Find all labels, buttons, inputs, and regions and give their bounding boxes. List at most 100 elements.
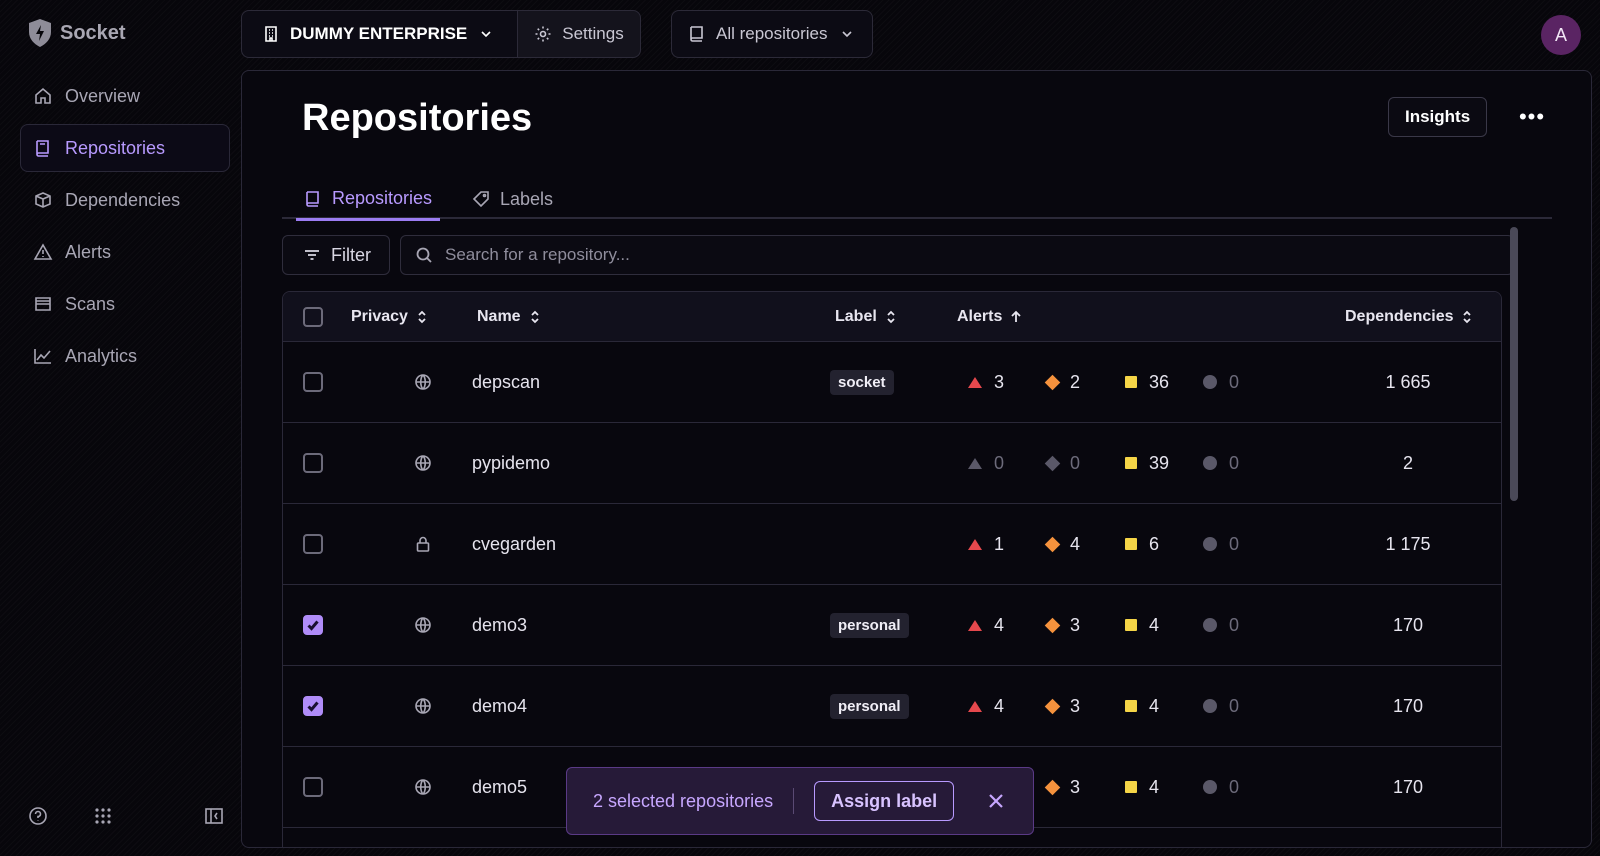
row-checkbox[interactable] bbox=[303, 372, 323, 392]
sidebar-item-label: Analytics bbox=[65, 345, 138, 366]
tab-label: Labels bbox=[500, 188, 554, 209]
sidebar-item-label: Overview bbox=[65, 85, 141, 106]
divider bbox=[793, 788, 795, 814]
critical-count: 4 bbox=[994, 614, 1005, 635]
critical-alerts: 1 bbox=[968, 504, 1004, 584]
low-count: 0 bbox=[1229, 776, 1240, 797]
repository-name[interactable]: demo3 bbox=[472, 585, 527, 665]
scrollbar[interactable] bbox=[1510, 227, 1518, 501]
low-circle-icon bbox=[1203, 375, 1217, 389]
repository-name[interactable]: demo4 bbox=[472, 666, 527, 746]
table-row[interactable]: pypidemo 0 0 39 0 2 bbox=[283, 423, 1501, 504]
high-alerts: 3 bbox=[1044, 666, 1080, 746]
high-count: 2 bbox=[1070, 371, 1081, 392]
table-row[interactable]: depscan socket 3 2 36 0 1 665 bbox=[283, 342, 1501, 423]
repository-selector[interactable]: All repositories bbox=[671, 10, 873, 58]
more-options-icon[interactable]: ••• bbox=[1514, 99, 1550, 135]
high-alerts: 3 bbox=[1044, 747, 1080, 827]
settings-label: Settings bbox=[562, 24, 624, 43]
sidebar-item-dependencies[interactable]: Dependencies bbox=[20, 176, 230, 224]
collapse-sidebar-icon[interactable] bbox=[204, 806, 224, 826]
repository-name[interactable]: depscan bbox=[472, 342, 540, 422]
book-icon bbox=[306, 190, 319, 207]
tab-label: Repositories bbox=[332, 188, 433, 208]
high-diamond-icon bbox=[1044, 617, 1061, 633]
critical-count: 0 bbox=[994, 452, 1005, 473]
dependency-count: 1 175 bbox=[1385, 533, 1431, 554]
high-diamond-icon bbox=[1044, 374, 1061, 390]
high-diamond-icon bbox=[1044, 455, 1061, 471]
high-diamond-icon bbox=[1044, 698, 1061, 714]
table-header: Privacy Name Label Alerts Dependencies bbox=[283, 292, 1501, 342]
table-row[interactable]: demo3 personal 4 3 4 0 170 bbox=[283, 585, 1501, 666]
column-header-dependencies[interactable]: Dependencies bbox=[1345, 292, 1473, 342]
medium-square-icon bbox=[1125, 457, 1137, 469]
medium-alerts: 36 bbox=[1125, 342, 1169, 422]
row-select-cell bbox=[303, 747, 323, 827]
row-checkbox[interactable] bbox=[303, 777, 323, 797]
row-select-cell bbox=[303, 342, 323, 422]
high-alerts: 4 bbox=[1044, 504, 1081, 584]
tab-labels[interactable]: Labels bbox=[464, 179, 561, 219]
medium-count: 36 bbox=[1149, 371, 1170, 392]
label-badge[interactable]: socket bbox=[830, 369, 894, 395]
table-row[interactable]: cvegarden 1 4 6 0 1 175 bbox=[283, 504, 1501, 585]
row-checkbox[interactable] bbox=[303, 453, 323, 473]
high-count: 4 bbox=[1070, 533, 1081, 554]
high-alerts: 2 bbox=[1044, 342, 1081, 422]
help-icon[interactable] bbox=[28, 806, 48, 826]
row-select-cell bbox=[303, 585, 323, 665]
column-header-name[interactable]: Name bbox=[477, 292, 541, 342]
dependency-count: 2 bbox=[1402, 452, 1413, 473]
label-badge[interactable]: personal bbox=[830, 612, 909, 638]
medium-count: 4 bbox=[1149, 695, 1160, 716]
avatar[interactable]: A bbox=[1541, 15, 1581, 55]
gear-icon bbox=[535, 26, 551, 42]
medium-square-icon bbox=[1125, 376, 1137, 388]
column-header-privacy[interactable]: Privacy bbox=[351, 292, 428, 342]
low-count: 0 bbox=[1229, 452, 1240, 473]
sidebar-item-overview[interactable]: Overview bbox=[20, 72, 230, 120]
high-diamond-icon bbox=[1044, 536, 1061, 552]
sort-icon bbox=[887, 310, 895, 324]
label-badge[interactable]: personal bbox=[830, 693, 909, 719]
repository-name[interactable]: cvegarden bbox=[472, 504, 556, 584]
socket-logo[interactable]: Socket bbox=[28, 18, 126, 48]
dependency-count: 1 665 bbox=[1385, 371, 1431, 392]
org-selector[interactable]: DUMMY ENTERPRISE bbox=[241, 10, 519, 58]
search-input[interactable] bbox=[445, 245, 1445, 265]
dependency-count: 170 bbox=[1392, 614, 1424, 635]
medium-alerts: 6 bbox=[1125, 504, 1159, 584]
sidebar-item-repositories[interactable]: Repositories bbox=[20, 124, 230, 172]
building-icon bbox=[265, 26, 277, 42]
sidebar-item-alerts[interactable]: Alerts bbox=[20, 228, 230, 276]
tab-repositories[interactable]: Repositories bbox=[296, 179, 441, 221]
medium-alerts: 4 bbox=[1125, 666, 1159, 746]
sidebar-item-scans[interactable]: Scans bbox=[20, 280, 230, 328]
repository-name[interactable]: demo5 bbox=[472, 747, 527, 827]
high-count: 0 bbox=[1070, 452, 1081, 473]
column-header-alerts[interactable]: Alerts bbox=[957, 292, 1022, 342]
repository-name[interactable]: pypidemo bbox=[472, 423, 550, 503]
assign-label-button[interactable]: Assign label bbox=[814, 781, 955, 821]
row-checkbox[interactable] bbox=[303, 696, 323, 716]
filter-label: Filter bbox=[331, 244, 371, 265]
insights-button[interactable]: Insights bbox=[1388, 97, 1488, 137]
close-icon[interactable] bbox=[984, 789, 1008, 813]
chevron-down-icon bbox=[481, 31, 491, 38]
high-alerts: 0 bbox=[1044, 423, 1081, 503]
sidebar-item-label: Scans bbox=[65, 293, 116, 314]
sidebar-item-analytics[interactable]: Analytics bbox=[20, 332, 230, 380]
low-circle-icon bbox=[1203, 537, 1217, 551]
row-checkbox[interactable] bbox=[303, 534, 323, 554]
table-row[interactable]: demo4 personal 4 3 4 0 170 bbox=[283, 666, 1501, 747]
filter-button[interactable]: Filter bbox=[282, 235, 390, 275]
package-icon bbox=[35, 192, 51, 208]
select-all-checkbox[interactable] bbox=[303, 307, 323, 327]
settings-button[interactable]: Settings bbox=[518, 10, 641, 58]
critical-triangle-icon bbox=[968, 538, 982, 550]
column-header-label[interactable]: Label bbox=[835, 292, 897, 342]
low-circle-icon bbox=[1203, 780, 1217, 794]
row-checkbox[interactable] bbox=[303, 615, 323, 635]
apps-grid-icon[interactable] bbox=[93, 806, 113, 826]
